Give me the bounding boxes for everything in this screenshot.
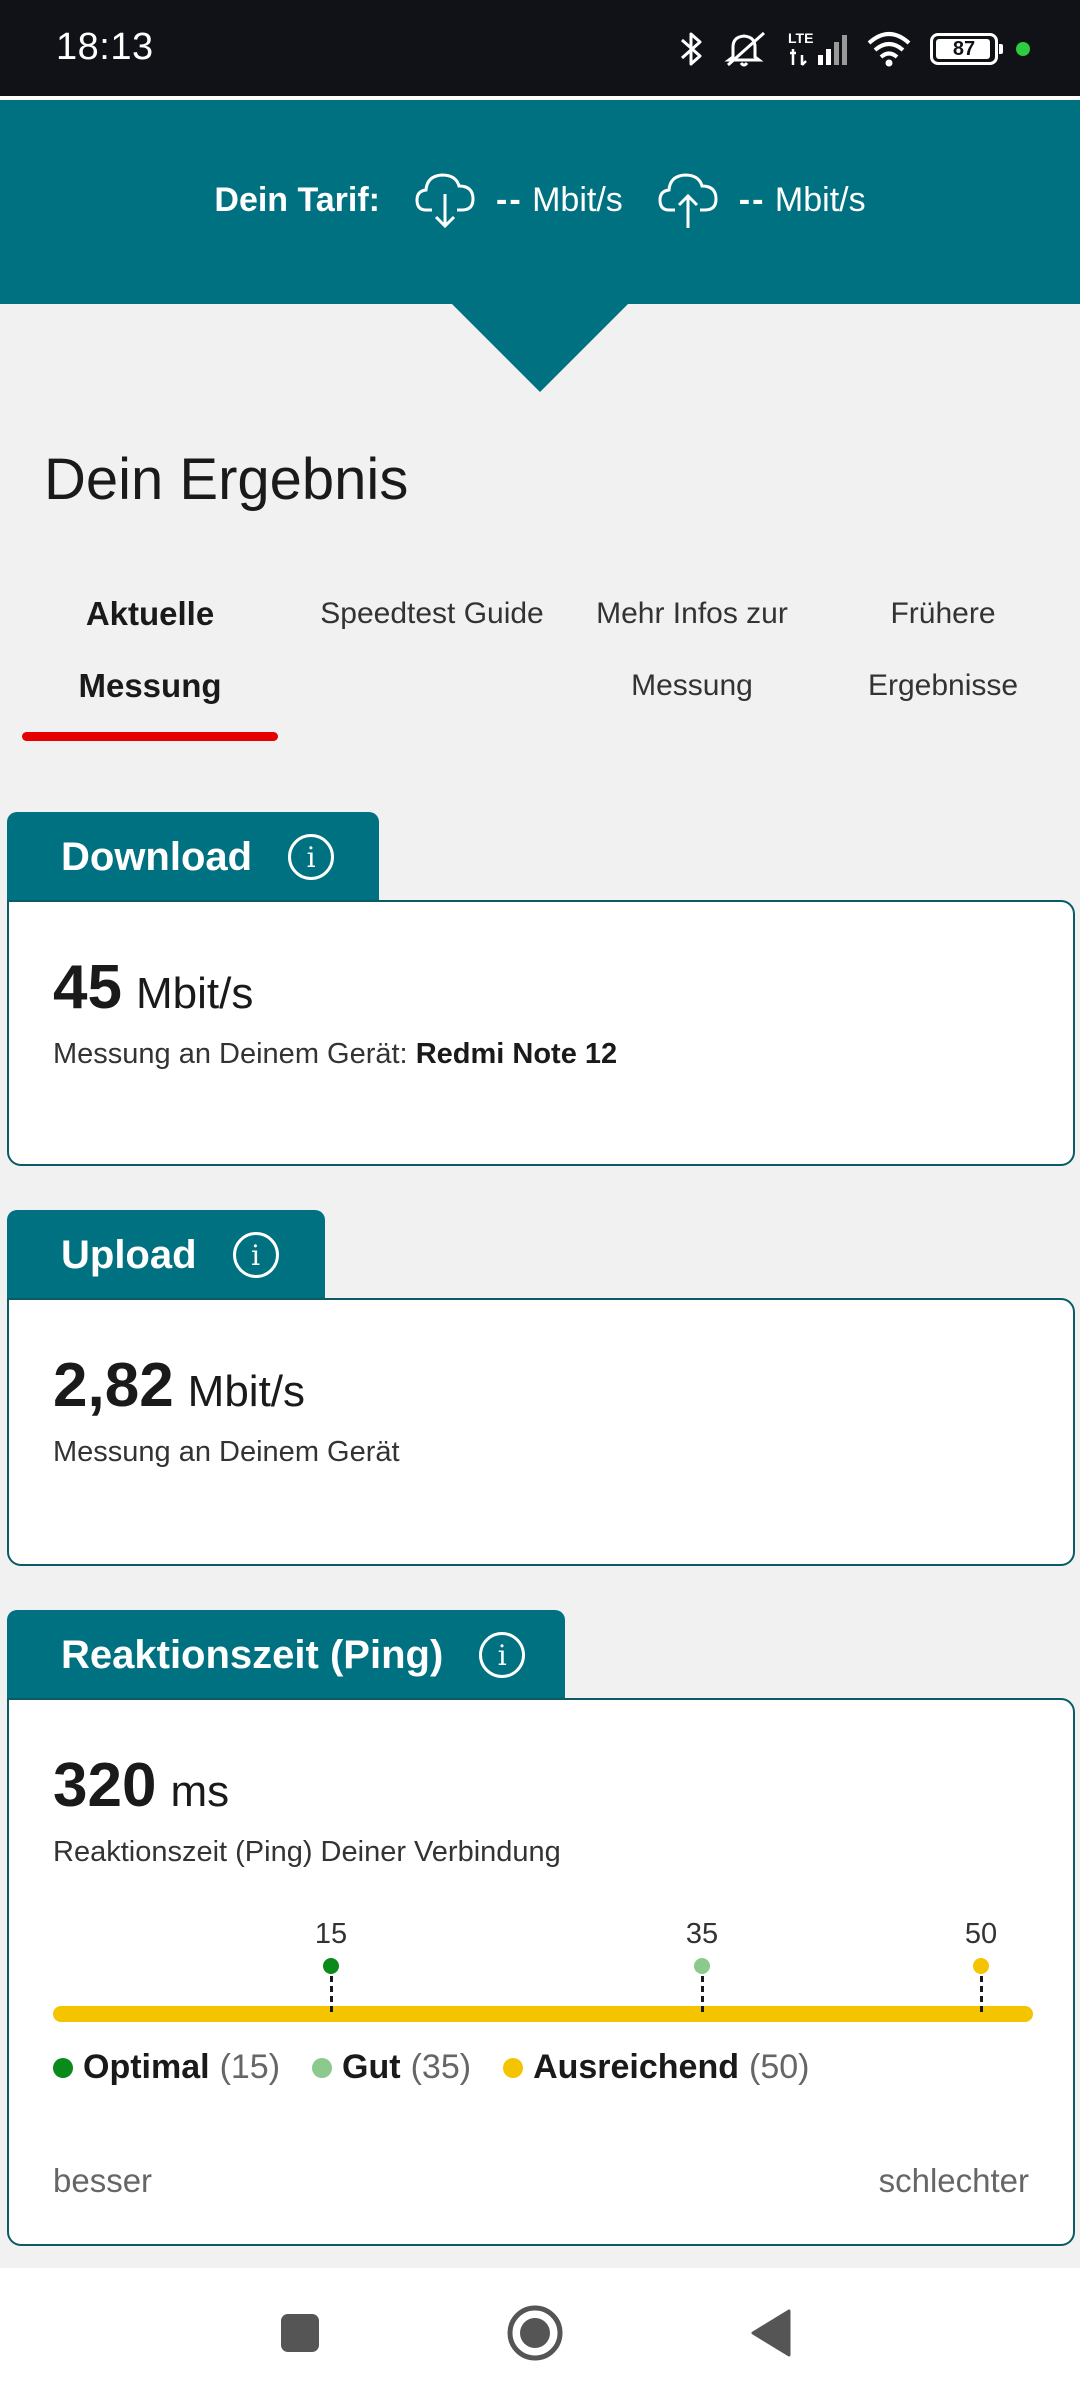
ping-title: Reaktionszeit (Ping) [61, 1632, 444, 1677]
battery-icon: 87 [930, 33, 1003, 65]
system-navigation-bar [0, 2268, 1080, 2400]
tab-label-line1: Mehr Infos zur [596, 597, 788, 630]
legend-name: Optimal [83, 2048, 210, 2086]
circle-icon [507, 2305, 563, 2361]
privacy-indicator-dot [1016, 42, 1030, 56]
marker-label: 35 [685, 1918, 719, 1950]
upload-value: 2,82 [53, 1351, 174, 1420]
status-icons: LTE 87 [678, 26, 1030, 72]
legend-value: (15) [219, 2048, 281, 2086]
download-description: Messung an Deinem Gerät: Redmi Note 12 [53, 1038, 617, 1071]
marker-dot [694, 1958, 710, 1974]
legend-dot [503, 2057, 524, 2078]
tariff-download-value: -- [496, 180, 523, 219]
tariff-pointer [452, 304, 628, 392]
legend-name: Ausreichend [533, 2048, 740, 2086]
upload-card-header: Upload i [7, 1210, 325, 1300]
ping-value: 320 [53, 1751, 157, 1820]
mute-icon [724, 31, 765, 67]
tab-speedtest-guide[interactable]: Speedtest Guide [292, 578, 572, 650]
svg-text:LTE: LTE [788, 30, 813, 46]
marker-tick [329, 1976, 333, 2012]
download-desc-prefix: Messung an Deinem Gerät: [53, 1038, 408, 1070]
square-icon [281, 2314, 319, 2352]
tab-current-measurement[interactable]: Aktuelle Messung [22, 578, 278, 722]
info-icon[interactable]: i [479, 1632, 526, 1678]
tab-previous-results[interactable]: Frühere Ergebnisse [812, 578, 1074, 722]
status-time: 18:13 [56, 26, 154, 68]
lte-signal-icon: LTE [788, 30, 847, 66]
marker-label: 50 [964, 1918, 998, 1950]
ping-marker-optimal: 15 [301, 1918, 361, 2012]
legend-dot [312, 2057, 333, 2078]
recents-button[interactable] [265, 2298, 335, 2368]
upload-unit: Mbit/s [187, 1367, 306, 1416]
tab-more-info[interactable]: Mehr Infos zur Messung [570, 578, 814, 722]
tab-label-line1: Frühere Ergebnisse [867, 597, 1019, 702]
download-title: Download [61, 834, 253, 879]
tab-label-line2: Messung [78, 667, 222, 704]
tariff-download-unit: Mbit/s [532, 180, 623, 219]
wifi-icon [867, 32, 911, 67]
ping-scale: 15 35 50 [53, 1918, 1033, 2038]
tariff-upload: -- Mbit/s [657, 170, 866, 230]
info-icon[interactable]: i [232, 1232, 279, 1278]
upload-card: 2,82 Mbit/s Messung an Deinem Gerät [7, 1298, 1075, 1566]
tab-label-line1: Aktuelle [85, 595, 215, 632]
triangle-back-icon [751, 2309, 791, 2357]
ping-card-header: Reaktionszeit (Ping) i [7, 1610, 565, 1700]
ping-marker-sufficient: 50 [951, 1918, 1011, 2012]
scale-worse-label: schlechter [878, 2162, 1029, 2199]
cloud-upload-icon [658, 173, 718, 228]
ping-scale-bar [53, 2006, 1033, 2022]
legend-item-good: Gut (35) [312, 2048, 471, 2087]
tariff-banner: Dein Tarif: -- Mbit/s -- Mbit/s [0, 100, 1080, 304]
tariff-upload-unit: Mbit/s [774, 180, 866, 219]
marker-label: 15 [314, 1918, 348, 1950]
download-card: 45 Mbit/s Messung an Deinem Gerät: Redmi… [7, 900, 1075, 1166]
legend-item-optimal: Optimal (15) [53, 2048, 280, 2087]
active-tab-indicator [22, 732, 278, 741]
tab-label-line1: Speedtest Guide [320, 597, 544, 630]
page-title: Dein Ergebnis [44, 447, 409, 512]
tariff-label: Dein Tarif: [214, 180, 380, 219]
upload-title: Upload [61, 1232, 197, 1277]
device-name: Redmi Note 12 [415, 1038, 618, 1070]
home-button[interactable] [500, 2298, 570, 2368]
legend-name: Gut [342, 2048, 401, 2086]
back-button[interactable] [736, 2298, 806, 2368]
marker-tick [700, 1976, 704, 2012]
upload-description: Messung an Deinem Gerät [53, 1436, 400, 1468]
marker-tick [979, 1976, 983, 2012]
ping-marker-good: 35 [672, 1918, 732, 2012]
legend-dot [53, 2057, 73, 2078]
legend-item-sufficient: Ausreichend (50) [503, 2048, 809, 2087]
marker-dot [323, 1958, 339, 1974]
ping-description: Reaktionszeit (Ping) Deiner Verbindung [53, 1836, 561, 1868]
ping-legend: Optimal (15) Gut (35) Ausreichend (50) [53, 2048, 809, 2087]
ping-unit: ms [170, 1767, 230, 1816]
tariff-upload-value: -- [738, 180, 766, 219]
scale-better-label: besser [53, 2162, 153, 2199]
result-tabs: Aktuelle Messung Speedtest Guide Mehr In… [22, 578, 1080, 748]
download-value: 45 [53, 953, 122, 1022]
download-card-header: Download i [7, 812, 379, 902]
legend-value: (35) [410, 2048, 472, 2086]
marker-dot [973, 1958, 989, 1974]
status-bar: 18:13 LTE 87 [0, 0, 1080, 96]
tariff-download: -- Mbit/s [414, 170, 623, 230]
download-unit: Mbit/s [135, 969, 254, 1018]
info-icon[interactable]: i [288, 834, 335, 880]
tab-label-line2: Messung [631, 669, 753, 702]
cloud-download-icon [415, 173, 475, 229]
battery-level: 87 [952, 37, 976, 60]
bluetooth-icon [681, 32, 702, 66]
ping-card: 320 ms Reaktionszeit (Ping) Deiner Verbi… [7, 1698, 1075, 2246]
legend-value: (50) [749, 2048, 810, 2086]
